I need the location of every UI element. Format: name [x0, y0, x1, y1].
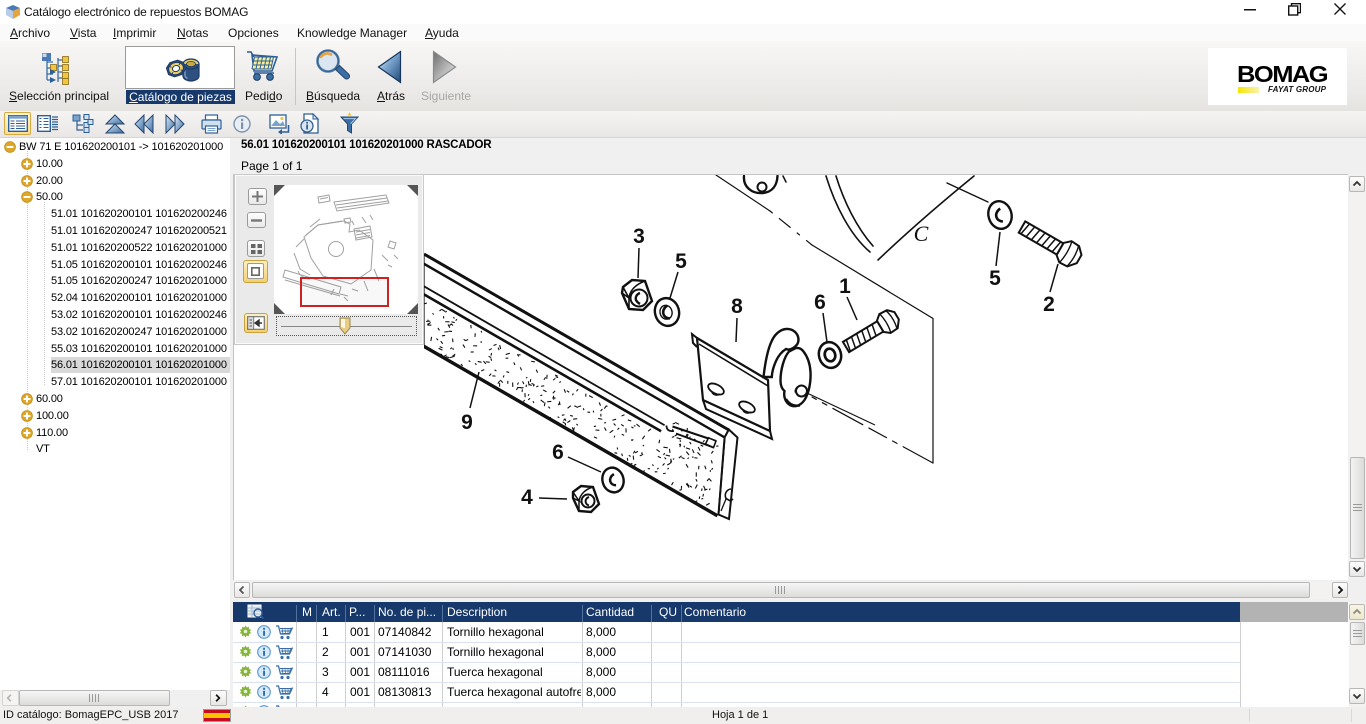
svg-text:9: 9: [461, 411, 473, 434]
svg-text:4: 4: [521, 486, 533, 509]
svg-text:1: 1: [839, 275, 851, 298]
svg-text:3: 3: [633, 225, 645, 248]
svg-text:6: 6: [552, 441, 564, 464]
svg-text:C: C: [914, 221, 929, 246]
svg-text:2: 2: [1043, 293, 1055, 316]
svg-text:6: 6: [814, 291, 826, 314]
svg-text:8: 8: [731, 295, 743, 318]
svg-text:5: 5: [675, 250, 687, 273]
svg-text:5: 5: [989, 267, 1001, 290]
